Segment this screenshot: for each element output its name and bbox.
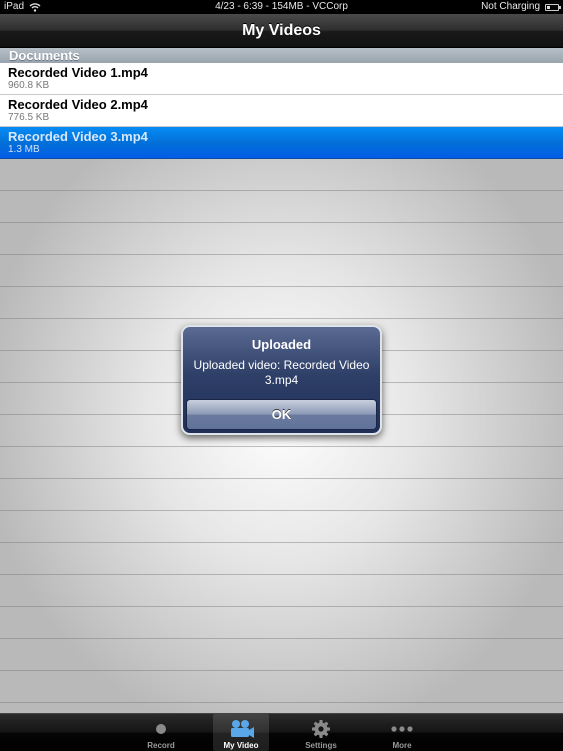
alert-title: Uploaded (251, 337, 312, 352)
ok-button[interactable]: OK (186, 399, 377, 430)
video-title: Recorded Video 2.mp4 (8, 97, 148, 112)
tab-record[interactable]: Record (133, 714, 189, 751)
video-row-3[interactable]: Recorded Video 3.mp4 1.3 MB (0, 127, 563, 159)
tab-settings[interactable]: Settings (293, 714, 349, 751)
video-size: 960.8 KB (8, 80, 50, 91)
film-camera-icon (231, 720, 254, 738)
more-icon (391, 726, 413, 732)
video-size: 1.3 MB (8, 144, 40, 155)
video-row-2[interactable]: Recorded Video 2.mp4 776.5 KB (0, 95, 563, 127)
section-header: Documents (0, 48, 563, 63)
tab-label: Settings (305, 741, 337, 750)
tab-label: My Video (223, 741, 259, 750)
alert-message: Uploaded video: Recorded Video 3.mp4 (193, 358, 370, 387)
tab-label: More (392, 741, 412, 750)
charging-status: Not Charging (481, 1, 540, 12)
status-center-text: 4/23 - 6:39 - 154MB - VCCorp (215, 1, 348, 12)
video-title: Recorded Video 1.mp4 (8, 65, 148, 80)
tab-my-video[interactable]: My Video (213, 714, 269, 751)
video-row-1[interactable]: Recorded Video 1.mp4 960.8 KB (0, 63, 563, 95)
video-size: 776.5 KB (8, 112, 50, 123)
record-icon (156, 724, 166, 734)
tab-more[interactable]: More (374, 714, 430, 751)
upload-alert: Uploaded Uploaded video: Recorded Video … (181, 325, 382, 435)
video-title: Recorded Video 3.mp4 (8, 129, 148, 144)
tab-label: Record (147, 741, 175, 750)
navigation-bar: My Videos (0, 14, 563, 48)
status-bar: iPad 4/23 - 6:39 - 154MB - VCCorp Not Ch… (0, 0, 563, 14)
battery-icon (545, 3, 561, 11)
tab-bar: Record My Video Settings More (0, 713, 563, 751)
gear-icon (312, 720, 330, 738)
page-title: My Videos (242, 22, 321, 39)
